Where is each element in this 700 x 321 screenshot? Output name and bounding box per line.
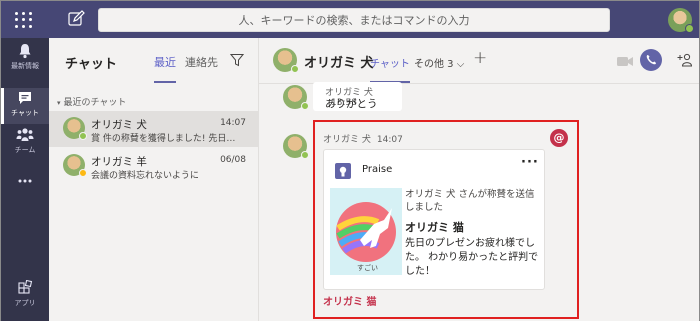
chat-time: 06/08 <box>220 155 246 165</box>
chat-name: オリガミ 羊 <box>91 156 147 168</box>
more-options-icon[interactable]: ··· <box>521 155 539 170</box>
presence-available-icon <box>291 65 299 73</box>
rail-label: チャット <box>11 109 39 117</box>
card-recipient: オリガミ 猫 <box>405 221 464 234</box>
conversation-pane: オリガミ 犬 チャット その他 3 ⌵ + オリガミ 犬13:58 ありがとう … <box>259 38 699 321</box>
mentioned-user-link[interactable]: オリガミ 猫 <box>323 293 376 308</box>
search-input[interactable] <box>99 9 609 31</box>
praise-card[interactable]: Praise ··· すごい オリガミ 犬 さんが称賛を送信しました オリガミ … <box>323 149 545 290</box>
message-text: ありがとう <box>325 98 378 110</box>
app-bar: 最新情報 チャット チーム アプリ <box>1 38 49 321</box>
chat-time: 14:07 <box>220 118 246 128</box>
tab-contacts[interactable]: 連絡先 <box>185 54 218 70</box>
mention-icon: @ <box>550 129 568 147</box>
avatar <box>283 85 309 110</box>
chat-item-origami-sheep[interactable]: オリガミ 羊 06/08 会議の資料忘れないように <box>49 148 258 184</box>
presence-away-icon <box>79 169 87 177</box>
caret-down-icon: ▾ <box>57 99 61 107</box>
praise-badge-image: すごい <box>330 188 402 275</box>
teams-icon <box>16 128 34 141</box>
tab-more-label: その他 3 <box>414 59 454 70</box>
apps-icon <box>18 280 33 294</box>
presence-available-icon <box>301 151 309 159</box>
chat-name: オリガミ 犬 <box>91 119 147 131</box>
profile-avatar[interactable] <box>668 8 694 33</box>
phone-icon <box>646 55 656 65</box>
card-body-text: 先日のプレゼンお疲れ様でした。 わかり易かったと評判でした！ <box>405 238 539 277</box>
rail-item-teams[interactable]: チーム <box>1 125 49 161</box>
bell-icon <box>19 44 31 59</box>
presence-available-icon <box>685 24 694 33</box>
rail-item-chat[interactable]: チャット <box>1 88 49 124</box>
presence-available-icon <box>79 132 87 140</box>
rail-item-more[interactable] <box>1 174 49 210</box>
message-bubble[interactable]: オリガミ 犬13:58 ありがとう <box>313 82 402 111</box>
chat-list-pane: チャット 最近 連絡先 ▾ 最近のチャット オリガミ 犬 14:07 賞 件の称賛… <box>49 38 259 321</box>
search-bar[interactable] <box>98 8 610 32</box>
rail-item-apps[interactable]: アプリ <box>1 278 49 314</box>
message-sender: オリガミ 犬 <box>323 135 371 145</box>
audio-call-button[interactable] <box>640 49 662 71</box>
app-launcher-icon[interactable] <box>13 10 33 30</box>
chat-preview: 賞 件の称賛を獲得しました! 先日の... <box>91 134 243 144</box>
title-bar <box>1 1 699 38</box>
avatar[interactable] <box>273 48 299 73</box>
add-tab-button[interactable]: + <box>473 48 487 68</box>
chevron-down-icon: ⌵ <box>456 59 465 70</box>
chat-icon <box>19 92 31 104</box>
chat-item-origami-dog[interactable]: オリガミ 犬 14:07 賞 件の称賛を獲得しました! 先日の... <box>49 111 258 147</box>
section-label: 最近のチャット <box>63 98 127 108</box>
rail-label: 最新情報 <box>11 62 39 70</box>
rail-item-activity[interactable]: 最新情報 <box>1 41 49 77</box>
praise-app-icon <box>335 163 351 179</box>
presence-available-icon <box>301 102 309 110</box>
tab-chat[interactable]: チャット <box>370 55 410 83</box>
rail-label: チーム <box>14 146 36 154</box>
message-time: 14:07 <box>376 135 403 145</box>
message-meta: オリガミ 犬 14:07 <box>323 132 403 145</box>
tab-more-dropdown[interactable]: その他 3 ⌵ <box>414 55 464 70</box>
compose-icon[interactable] <box>67 10 85 28</box>
section-recent-chats[interactable]: ▾ 最近のチャット <box>57 95 126 108</box>
conversation-header: オリガミ 犬 チャット その他 3 ⌵ + <box>259 38 699 84</box>
conversation-title: オリガミ 犬 <box>304 56 374 71</box>
avatar <box>63 154 87 177</box>
more-icon <box>18 179 32 183</box>
filter-icon[interactable] <box>230 53 244 67</box>
rail-label: アプリ <box>14 299 36 307</box>
avatar <box>283 134 309 159</box>
tab-recent[interactable]: 最近 <box>154 54 176 83</box>
card-app-name: Praise <box>362 164 393 175</box>
chat-preview: 会議の資料忘れないように <box>91 171 199 181</box>
add-people-icon[interactable] <box>677 52 695 68</box>
chat-list-header: チャット 最近 連絡先 <box>49 38 259 84</box>
badge-caption: すごい <box>357 264 378 272</box>
avatar <box>63 117 87 140</box>
video-call-icon[interactable] <box>614 51 636 71</box>
card-sender-line: オリガミ 犬 さんが称賛を送信しました <box>405 189 535 213</box>
chat-list-title: チャット <box>65 57 117 72</box>
